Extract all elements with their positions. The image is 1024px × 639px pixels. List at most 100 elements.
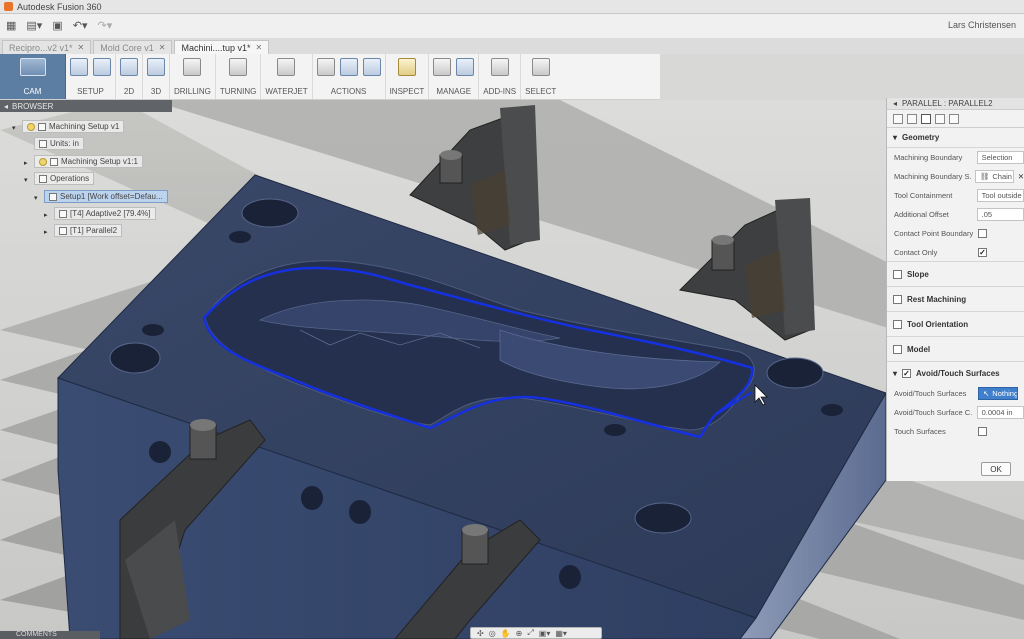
ok-button[interactable]: OK — [981, 462, 1011, 476]
clear-selection-icon[interactable]: ✕ — [1018, 172, 1024, 181]
ribbon-group-3d[interactable]: 3D — [143, 54, 170, 99]
tab-machining-setup[interactable]: Machini....tup v1* ✕ — [174, 40, 270, 54]
ribbon-group-select[interactable]: SELECT — [521, 54, 560, 99]
grid-icon[interactable]: ▦▾ — [555, 629, 567, 638]
ribbon-group-actions[interactable]: ACTIONS — [313, 54, 386, 99]
field-label: Machining Boundary — [894, 153, 963, 162]
dialog-title-bar[interactable]: ◂ PARALLEL : PARALLEL2 — [887, 98, 1024, 110]
tree-node-setup1[interactable]: Setup1 [Work offset=Defau... — [44, 190, 168, 203]
tree-node-root[interactable]: Machining Setup v1 — [22, 120, 125, 133]
tree-node-units[interactable]: Units: in — [34, 137, 84, 150]
parallel-toolpath-icon — [59, 226, 67, 235]
avoid-touch-clearance-input[interactable]: 0.0004 in — [976, 406, 1024, 419]
section-rest-machining[interactable]: Rest Machining — [887, 287, 1024, 312]
tab-label: Mold Core v1 — [100, 42, 154, 53]
fit-icon[interactable]: ⤢ — [527, 628, 533, 638]
pan-icon[interactable]: ✋ — [501, 629, 511, 638]
visibility-bulb-icon[interactable] — [39, 157, 47, 166]
tab-recipro[interactable]: Recipro...v2 v1* ✕ — [2, 40, 92, 54]
additional-offset-input[interactable]: .05 — [976, 208, 1024, 221]
parallel-operation-dialog: ◂ PARALLEL : PARALLEL2 ▾ Geometry Machin… — [886, 98, 1024, 481]
section-label: Rest Machining — [907, 294, 967, 304]
machining-boundary-select[interactable]: Selection — [976, 151, 1024, 164]
browser-header[interactable]: ◂ BROWSER — [0, 100, 172, 112]
avoid-touch-surfaces-button[interactable]: ↖ Nothing — [978, 387, 1018, 400]
tool-tab-icon[interactable] — [893, 113, 903, 124]
tree-node-operations[interactable]: Operations — [34, 172, 95, 185]
undo-icon[interactable]: ↶▾ — [73, 20, 88, 32]
zoom-icon[interactable]: ⊕ — [516, 629, 523, 638]
contact-point-boundary-checkbox[interactable] — [978, 229, 987, 238]
expand-arrow-icon[interactable]: ▸ — [44, 228, 48, 236]
rest-machining-checkbox[interactable] — [893, 294, 902, 304]
tree-node-adaptive2[interactable]: [T4] Adaptive2 [79.4%] — [54, 207, 156, 220]
ribbon-group-manage[interactable]: MANAGE — [429, 54, 480, 99]
scripts-icon — [490, 58, 509, 76]
measure-icon — [397, 58, 416, 76]
ribbon-group-setup[interactable]: SETUP — [66, 54, 116, 99]
section-slope[interactable]: Slope — [887, 262, 1024, 287]
workspace-switcher[interactable]: CAM — [0, 54, 66, 99]
close-icon[interactable]: ✕ — [159, 43, 166, 52]
user-name[interactable]: Lars Christensen — [948, 20, 1016, 30]
geometry-tab-icon[interactable] — [907, 113, 917, 124]
close-icon[interactable]: ✕ — [256, 43, 263, 52]
tool-orientation-checkbox[interactable] — [893, 319, 902, 329]
boundary-selection-row: Machining Boundary S. ⛓ Chain ✕ — [887, 167, 1024, 186]
avoid-touch-surfaces-row: Avoid/Touch Surfaces ↖ Nothing — [887, 384, 1024, 403]
boundary-chain-button[interactable]: ⛓ Chain — [974, 170, 1014, 183]
browser-panel: ◂ BROWSER ▾ Machining Setup v1 Units: in… — [0, 100, 172, 244]
navigation-bar: ✣ ◎ ✋ ⊕ ⤢ ▣▾ ▦▾ — [470, 627, 602, 639]
passes-tab-icon[interactable] — [935, 113, 945, 124]
section-model[interactable]: Model — [887, 337, 1024, 362]
tab-mold-core[interactable]: Mold Core v1 ✕ — [93, 40, 173, 54]
grid-menu-icon[interactable]: ▦ — [6, 20, 16, 32]
expand-arrow-icon[interactable]: ▾ — [34, 194, 38, 202]
expand-arrow-icon[interactable]: ▾ — [12, 124, 16, 132]
close-icon[interactable]: ✕ — [78, 43, 85, 52]
field-label: Tool Containment — [894, 191, 953, 200]
contact-only-checkbox[interactable]: ✓ — [978, 247, 987, 257]
comments-bar[interactable]: COMMENTS — [0, 631, 100, 639]
linking-tab-icon[interactable] — [949, 113, 959, 124]
expand-arrow-icon[interactable]: ▾ — [24, 176, 28, 184]
save-icon[interactable]: ▣ — [52, 20, 62, 32]
visibility-bulb-icon[interactable] — [27, 122, 35, 131]
dialog-collapse-icon[interactable]: ◂ — [893, 99, 897, 108]
ribbon-group-2d[interactable]: 2D — [116, 54, 143, 99]
heights-tab-icon[interactable] — [921, 113, 931, 124]
tree-node-component[interactable]: Machining Setup v1:1 — [34, 155, 143, 168]
ribbon-group-inspect[interactable]: INSPECT — [386, 54, 430, 99]
avoid-touch-checkbox[interactable]: ✓ — [902, 368, 912, 378]
touch-surfaces-checkbox[interactable] — [978, 427, 987, 436]
setup-sheet-icon — [362, 58, 381, 76]
file-menu-icon[interactable]: ▤▾ — [26, 20, 42, 32]
document-tabs: Recipro...v2 v1* ✕ Mold Core v1 ✕ Machin… — [0, 38, 1024, 54]
ribbon-group-add-ins[interactable]: ADD-INS — [479, 54, 522, 99]
section-geometry[interactable]: ▾ Geometry — [887, 128, 1024, 148]
expand-arrow-icon[interactable]: ▸ — [44, 211, 48, 219]
tree-node-label: Operations — [50, 174, 90, 183]
section-avoid-touch[interactable]: ▾ ✓ Avoid/Touch Surfaces — [887, 362, 1024, 384]
ribbon-group-drilling[interactable]: DRILLING — [170, 54, 216, 99]
display-settings-icon[interactable]: ▣▾ — [539, 629, 551, 638]
comments-label: COMMENTS — [16, 631, 57, 638]
title-bar: Autodesk Fusion 360 — [0, 0, 1024, 14]
section-label: Geometry — [902, 133, 940, 142]
orbit-icon[interactable]: ✣ — [477, 629, 484, 638]
ribbon-group-waterjet[interactable]: WATERJET — [261, 54, 313, 99]
model-checkbox[interactable] — [893, 344, 902, 354]
tree-node-parallel2[interactable]: [T1] Parallel2 — [54, 224, 123, 237]
redo-icon[interactable]: ↷▾ — [97, 20, 112, 32]
slope-checkbox[interactable] — [893, 269, 902, 279]
tool-containment-select[interactable]: Tool outside bo — [976, 189, 1024, 202]
ribbon-group-turning[interactable]: TURNING — [216, 54, 262, 99]
chain-label: Chain — [992, 172, 1012, 181]
look-at-icon[interactable]: ◎ — [489, 629, 496, 638]
ribbon-label: SELECT — [525, 87, 557, 96]
collapse-icon[interactable]: ◂ — [4, 102, 8, 111]
ribbon-label: 2D — [123, 87, 135, 96]
expand-arrow-icon[interactable]: ▸ — [24, 159, 28, 167]
document-icon — [38, 122, 46, 131]
section-tool-orientation[interactable]: Tool Orientation — [887, 312, 1024, 337]
